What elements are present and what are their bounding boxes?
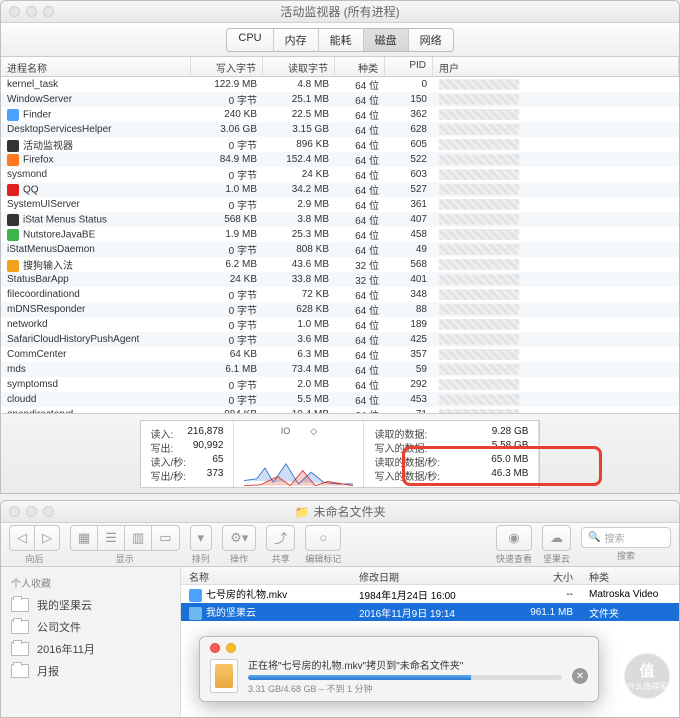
quicklook-button[interactable]: ◉	[496, 525, 532, 551]
process-row[interactable]: networkd0 字节1.0 MB64 位189	[1, 317, 679, 332]
col-written[interactable]: 写入字节	[191, 57, 263, 76]
process-row[interactable]: SafariCloudHistoryPushAgent0 字节3.6 MB64 …	[1, 332, 679, 347]
icon-view[interactable]: ▦	[70, 525, 97, 551]
action-button[interactable]: ⚙︎▾	[222, 525, 256, 551]
finder-titlebar: 📁 未命名文件夹	[1, 501, 679, 523]
process-row[interactable]: StatusBarApp24 KB33.8 MB32 位401	[1, 272, 679, 287]
close-dot[interactable]	[9, 6, 20, 17]
arrange-button[interactable]: ▾	[190, 525, 213, 551]
list-view[interactable]: ☰	[97, 525, 124, 551]
sidebar-item[interactable]: 2016年11月	[1, 638, 180, 660]
copy-text: 正在将"七号房的礼物.mkv"拷贝到"未命名文件夹"	[248, 657, 562, 672]
titlebar: 活动监视器 (所有进程)	[1, 1, 679, 23]
stats-right: 读取的数据:9.28 GB写入的数据:5.58 GB读取的数据/秒:65.0 M…	[364, 421, 539, 487]
tab-CPU[interactable]: CPU	[227, 29, 273, 51]
process-row[interactable]: symptomsd0 字节2.0 MB64 位292	[1, 377, 679, 392]
io-graph: IO ◇	[234, 421, 364, 487]
minimize-dot[interactable]	[26, 506, 37, 517]
coverflow-view[interactable]: ▭	[151, 525, 179, 551]
process-row[interactable]: QQ1.0 MB34.2 MB64 位527	[1, 182, 679, 197]
file-icon	[210, 659, 238, 693]
activity-monitor-window: 活动监视器 (所有进程) CPU内存能耗磁盘网络 进程名称 写入字节 读取字节 …	[0, 0, 680, 494]
file-headers[interactable]: 名称 修改日期 大小 种类	[181, 567, 679, 585]
folder-icon	[11, 620, 29, 634]
close-dot[interactable]	[9, 506, 20, 517]
search-icon: 🔍	[588, 532, 600, 543]
process-row[interactable]: sysmond0 字节24 KB64 位603	[1, 167, 679, 182]
process-row[interactable]: iStatMenusDaemon0 字节808 KB64 位49	[1, 242, 679, 257]
file-row[interactable]: 我的坚果云2016年11月9日 19:14961.1 MB文件夹	[181, 603, 679, 621]
process-row[interactable]: opendirectoryd984 KB10.4 MB64 位71	[1, 407, 679, 413]
col-user[interactable]: 用户	[433, 57, 679, 76]
folder-icon	[11, 664, 29, 678]
close-dot[interactable]	[210, 643, 220, 653]
search-field[interactable]: 🔍搜索	[581, 527, 671, 548]
cloud-button[interactable]: ☁	[542, 525, 571, 551]
folder-icon	[11, 598, 29, 612]
forward-button[interactable]: ▷	[34, 525, 60, 551]
finder-sidebar: 个人收藏 我的坚果云公司文件2016年11月月报	[1, 567, 181, 717]
col-pid[interactable]: PID	[385, 57, 433, 76]
tab-内存[interactable]: 内存	[274, 29, 319, 51]
process-row[interactable]: iStat Menus Status568 KB3.8 MB64 位407	[1, 212, 679, 227]
nav-buttons[interactable]: ◁ ▷	[9, 525, 60, 551]
copy-progress-window: 正在将"七号房的礼物.mkv"拷贝到"未命名文件夹" 3.31 GB/4.68 …	[199, 636, 599, 702]
share-button[interactable]: ⤴	[266, 525, 295, 551]
view-buttons[interactable]: ▦ ☰ ▥ ▭	[70, 525, 180, 551]
sidebar-item[interactable]: 我的坚果云	[1, 594, 180, 616]
process-row[interactable]: SystemUIServer0 字节2.9 MB64 位361	[1, 197, 679, 212]
tab-selector[interactable]: CPU内存能耗磁盘网络	[226, 28, 453, 52]
column-view[interactable]: ▥	[124, 525, 151, 551]
process-row[interactable]: Finder240 KB22.5 MB64 位362	[1, 107, 679, 122]
minimize-dot[interactable]	[26, 6, 37, 17]
copy-subtext: 3.31 GB/4.68 GB – 不到 1 分钟	[248, 682, 562, 695]
minimize-dot[interactable]	[226, 643, 236, 653]
tab-网络[interactable]: 网络	[409, 29, 453, 51]
tags-button[interactable]: ○	[305, 525, 341, 551]
process-row[interactable]: cloudd0 字节5.5 MB64 位453	[1, 392, 679, 407]
process-list[interactable]: kernel_task122.9 MB4.8 MB64 位0WindowServ…	[1, 77, 679, 413]
traffic-lights[interactable]	[9, 6, 54, 17]
sidebar-item[interactable]: 月报	[1, 660, 180, 682]
cancel-copy-button[interactable]: ✕	[572, 668, 588, 684]
finder-toolbar: ◁ ▷ 向后 ▦ ☰ ▥ ▭ 显示 ▾排列 ⚙︎▾操作 ⤴共享 ○编辑标记 ◉快…	[1, 523, 679, 567]
window-title: 活动监视器 (所有进程)	[280, 3, 399, 20]
process-row[interactable]: CommCenter64 KB6.3 MB64 位357	[1, 347, 679, 362]
process-row[interactable]: NutstoreJavaBE1.9 MB25.3 MB64 位458	[1, 227, 679, 242]
stats-left: 读入:216,878写出:90,992读入/秒:65写出/秒:373	[141, 421, 235, 487]
process-row[interactable]: mds6.1 MB73.4 MB64 位59	[1, 362, 679, 377]
process-row[interactable]: kernel_task122.9 MB4.8 MB64 位0	[1, 77, 679, 92]
back-button[interactable]: ◁	[9, 525, 34, 551]
process-row[interactable]: 活动监视器0 字节896 KB64 位605	[1, 137, 679, 152]
folder-icon	[11, 642, 29, 656]
process-row[interactable]: filecoordinationd0 字节72 KB64 位348	[1, 287, 679, 302]
sidebar-heading: 个人收藏	[1, 573, 180, 594]
folder-icon: 📁	[295, 505, 310, 519]
process-row[interactable]: Firefox84.9 MB152.4 MB64 位522	[1, 152, 679, 167]
process-row[interactable]: DesktopServicesHelper3.06 GB3.15 GB64 位6…	[1, 122, 679, 137]
finder-title: 未命名文件夹	[313, 503, 385, 520]
zoom-dot[interactable]	[43, 6, 54, 17]
file-row[interactable]: 七号房的礼物.mkv1984年1月24日 16:00--Matroska Vid…	[181, 585, 679, 603]
zoom-dot[interactable]	[43, 506, 54, 517]
watermark: 值 什么值得买	[624, 653, 670, 699]
tab-能耗[interactable]: 能耗	[319, 29, 364, 51]
process-row[interactable]: WindowServer0 字节25.1 MB64 位150	[1, 92, 679, 107]
sidebar-item[interactable]: 公司文件	[1, 616, 180, 638]
tab-磁盘[interactable]: 磁盘	[364, 29, 409, 51]
process-row[interactable]: 搜狗输入法6.2 MB43.6 MB32 位568	[1, 257, 679, 272]
col-kind[interactable]: 种类	[335, 57, 385, 76]
column-headers[interactable]: 进程名称 写入字节 读取字节 种类 PID 用户	[1, 57, 679, 77]
traffic-lights[interactable]	[9, 506, 54, 517]
stats-footer: 读入:216,878写出:90,992读入/秒:65写出/秒:373 IO ◇ …	[1, 413, 679, 493]
col-read[interactable]: 读取字节	[263, 57, 335, 76]
am-toolbar: CPU内存能耗磁盘网络	[1, 23, 679, 57]
process-row[interactable]: mDNSResponder0 字节628 KB64 位88	[1, 302, 679, 317]
progress-bar	[248, 675, 562, 680]
col-name[interactable]: 进程名称	[1, 57, 191, 76]
